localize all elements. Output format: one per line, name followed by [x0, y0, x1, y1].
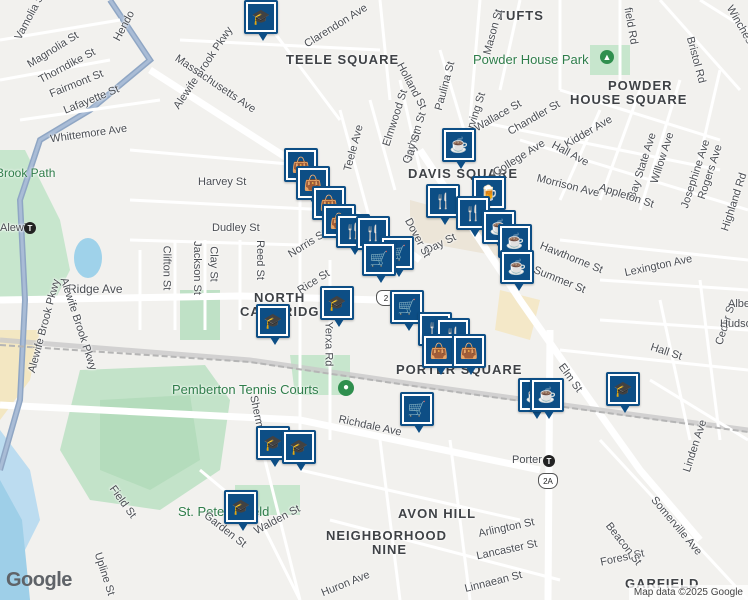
route-shield-2a: 2A [538, 473, 558, 489]
school-icon: 🎓 [228, 494, 254, 520]
station-label-porter: Porter [512, 454, 542, 466]
map-data-credit: Map data ©2025 Google [633, 587, 743, 598]
coffee-icon: ☕ [446, 132, 472, 158]
street-label: Albe [728, 298, 748, 310]
street-label: Ridge Ave [68, 282, 123, 296]
park-pin-icon: ▲ [600, 50, 614, 64]
shopping-marker[interactable]: 👜 [422, 334, 456, 375]
restaurant-marker[interactable]: 🍴 [426, 184, 460, 225]
subway-station-icon[interactable]: T [543, 455, 555, 467]
area-label-house-square: HOUSE SQUARE [570, 92, 688, 107]
coffee-icon: ☕ [534, 382, 560, 408]
area-label-north: NORTH [254, 290, 306, 305]
street-label: Reed St [253, 240, 266, 280]
street-label: Hudso [720, 318, 748, 330]
street-label: Dudley St [212, 222, 260, 234]
subway-station-icon[interactable]: T [24, 222, 36, 234]
area-label-powder: POWDER [608, 78, 673, 93]
park-label-pemberton: Pemberton Tennis Courts [172, 382, 319, 397]
area-label-teele-square: TEELE SQUARE [286, 52, 400, 67]
tennis-pin-icon: ● [338, 380, 354, 396]
area-label-neighborhood: NEIGHBORHOOD [326, 528, 448, 543]
street-label: Yerxa Rd [322, 321, 335, 367]
grocery-marker[interactable]: 🛒 [362, 242, 396, 283]
park-label-brook-path: Brook Path [0, 166, 56, 180]
area-label-avon-hill: AVON HILL [398, 506, 477, 521]
school-icon: 🎓 [248, 4, 274, 30]
cafe-marker[interactable]: ☕ [442, 128, 476, 169]
school-icon: 🎓 [286, 434, 312, 460]
shopping-cart-icon: 🛒 [394, 294, 420, 320]
street-label: Harvey St [198, 176, 247, 188]
school-marker[interactable]: 🎓 [606, 372, 640, 413]
school-icon: 🎓 [610, 376, 636, 402]
cafe-marker[interactable]: ☕ [500, 250, 534, 291]
school-marker[interactable]: 🎓 [320, 286, 354, 327]
shopping-bag-icon: 👜 [456, 338, 482, 364]
street-label: Jackson St [190, 241, 203, 295]
school-icon: 🎓 [324, 290, 350, 316]
school-marker[interactable]: 🎓 [224, 490, 258, 531]
school-marker[interactable]: 🎓 [256, 304, 290, 345]
fork-knife-icon: 🍴 [430, 188, 456, 214]
grocery-marker[interactable]: 🛒 [400, 392, 434, 433]
school-icon: 🎓 [260, 308, 286, 334]
coffee-icon: ☕ [504, 254, 530, 280]
map-credit: Map data ©2025 Google [628, 585, 748, 600]
shopping-cart-icon: 🛒 [404, 396, 430, 422]
school-marker[interactable]: 🎓 [244, 0, 278, 41]
shopping-bag-icon: 👜 [426, 338, 452, 364]
school-marker[interactable]: 🎓 [282, 430, 316, 471]
shopping-marker[interactable]: 👜 [452, 334, 486, 375]
area-label-nine: NINE [372, 542, 408, 557]
street-label: Clay St [207, 246, 220, 282]
shopping-cart-icon: 🛒 [366, 246, 392, 272]
street-label: Clifton St [160, 245, 173, 291]
google-logo: Google [6, 569, 72, 591]
cafe-marker[interactable]: ☕ [530, 378, 564, 419]
